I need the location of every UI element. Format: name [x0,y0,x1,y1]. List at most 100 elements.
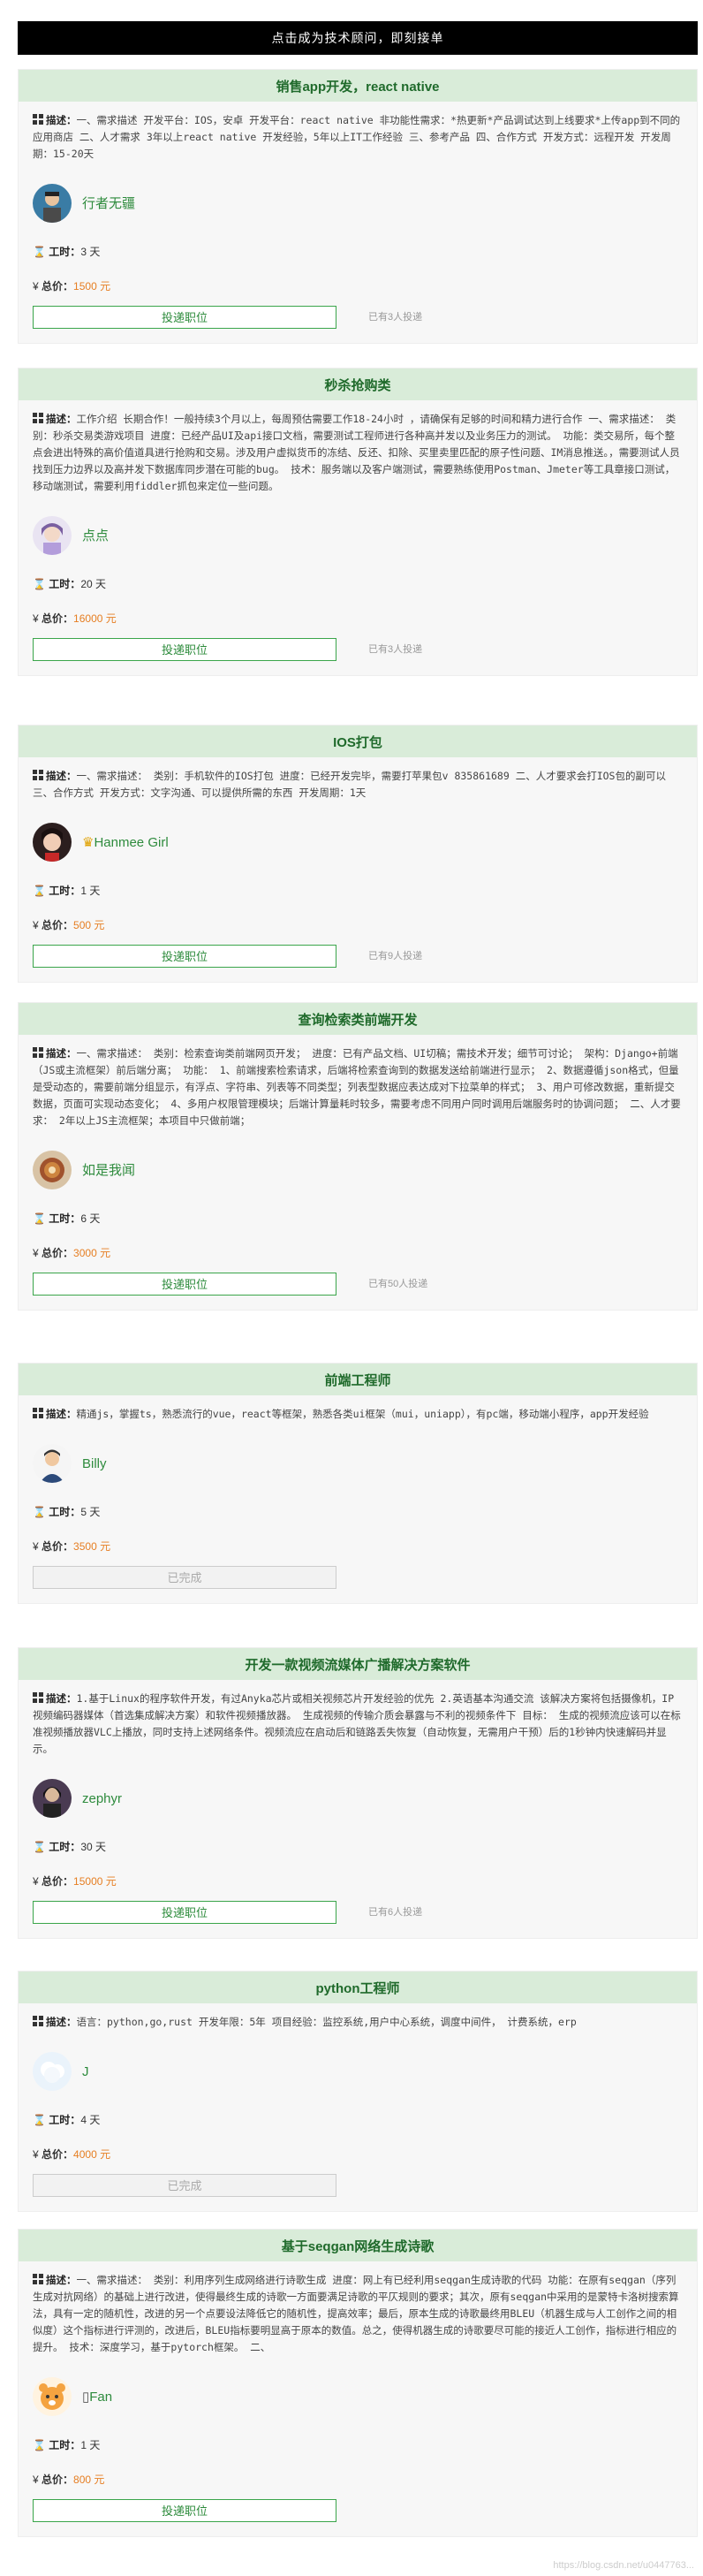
desc-label: 描述： [46,1692,77,1705]
total-price: ¥ 总价：16000 元 [33,611,683,627]
price-value: 1500 元 [73,280,111,293]
client-name: ▯Fan [82,2389,112,2405]
grid-icon [33,1692,43,1703]
hours-label: 工时： [49,885,81,897]
applicant-count: 已有3人投递 [368,643,423,655]
project-title[interactable]: 开发一款视频流媒体广播解决方案软件 [19,1648,697,1680]
project-card: 开发一款视频流媒体广播解决方案软件 描述：1.基于Linux的程序软件开发，有过… [18,1647,698,1939]
crown-icon: ♛ [82,834,94,850]
hourglass-icon: ⌛ [33,1212,46,1225]
hourglass-icon: ⌛ [33,1841,46,1853]
client-name[interactable]: 行者无疆 [82,195,135,212]
work-hours: ⌛ 工时：3 天 [33,244,683,261]
apply-button[interactable]: 投递职位 [33,1273,336,1296]
apply-button[interactable]: 投递职位 [33,306,336,329]
desc-text: 工作介绍 长期合作！一般持续3个月以上，每周预估需要工作18-24小时 ，请确保… [33,413,680,492]
project-description: 描述：精通js，掌握ts，熟悉流行的vue，react等框架，熟悉各类ui框架（… [33,1406,683,1423]
hourglass-icon: ⌛ [33,2114,46,2126]
avatar[interactable] [33,1779,72,1818]
client-info: Billy [33,1442,683,1485]
client-name[interactable]: 如是我闻 [82,1162,135,1179]
project-description: 描述：一、需求描述 开发平台：IOS，安卓 开发平台：react native … [33,112,683,163]
total-price: ¥ 总价：3500 元 [33,1539,683,1555]
grid-icon [33,1047,43,1058]
work-hours: ⌛ 工时：6 天 [33,1211,683,1227]
client-info: ▯Fan [33,2375,683,2418]
avatar[interactable] [33,1444,72,1483]
desc-label: 描述： [46,770,77,782]
work-hours: ⌛ 工时：5 天 [33,1504,683,1521]
hours-value: 3 天 [80,246,101,258]
client-name-text[interactable]: Hanmee Girl [94,835,168,850]
client-info: zephyr [33,1777,683,1820]
project-card: 查询检索类前端开发 描述：一、需求描述： 类别：检索查询类前端网页开发； 进度：… [18,1002,698,1311]
yen-icon: ¥ [33,1875,39,1888]
applicant-count: 已有6人投递 [368,1906,423,1918]
yen-icon: ¥ [33,2473,39,2486]
price-label: 总价： [42,2148,74,2161]
work-hours: ⌛ 工时：1 天 [33,2437,683,2454]
price-label: 总价： [42,280,74,293]
yen-icon: ¥ [33,919,39,931]
project-title[interactable]: 前端工程师 [19,1364,697,1395]
desc-label: 描述： [46,1047,77,1060]
desc-text: 语言：python,go,rust 开发年限：5年 项目经验：监控系统,用户中心… [76,2016,577,2028]
project-title[interactable]: 秒杀抢购类 [19,369,697,400]
project-title[interactable]: IOS打包 [19,726,697,757]
avatar[interactable] [33,823,72,862]
project-title[interactable]: 基于seqgan网络生成诗歌 [19,2230,697,2261]
project-card: IOS打包 描述：一、需求描述： 类别：手机软件的IOS打包 进度：已经开发完毕… [18,725,698,983]
project-title[interactable]: python工程师 [19,1972,697,2003]
avatar[interactable] [33,2052,72,2091]
grid-icon [33,1408,43,1418]
yen-icon: ¥ [33,1247,39,1259]
hours-label: 工时： [49,2114,81,2126]
work-hours: ⌛ 工时：1 天 [33,883,683,900]
hours-label: 工时： [49,2439,81,2451]
yen-icon: ¥ [33,1540,39,1553]
project-title[interactable]: 销售app开发，react native [19,70,697,102]
project-description: 描述：工作介绍 长期合作！一般持续3个月以上，每周预估需要工作18-24小时 ，… [33,411,683,495]
client-name[interactable]: 点点 [82,528,109,544]
total-price: ¥ 总价：800 元 [33,2472,683,2489]
apply-button[interactable]: 投递职位 [33,1901,336,1924]
apply-button[interactable]: 投递职位 [33,2499,336,2522]
project-card: 前端工程师 描述：精通js，掌握ts，熟悉流行的vue，react等框架，熟悉各… [18,1363,698,1604]
apply-button[interactable]: 投递职位 [33,638,336,661]
price-label: 总价： [42,1247,74,1259]
price-value: 500 元 [73,919,105,931]
project-description: 描述：语言：python,go,rust 开发年限：5年 项目经验：监控系统,用… [33,2014,683,2031]
hours-value: 1 天 [80,885,101,897]
hours-label: 工时： [49,246,81,258]
desc-label: 描述： [46,114,77,126]
client-name[interactable]: J [82,2063,89,2080]
hourglass-icon: ⌛ [33,885,46,897]
project-card: 销售app开发，react native 描述：一、需求描述 开发平台：IOS，… [18,69,698,344]
grid-icon [33,114,43,125]
project-description: 描述：一、需求描述： 类别：检索查询类前端网页开发； 进度：已有产品文档、UI切… [33,1045,683,1129]
client-info: ♛Hanmee Girl [33,821,683,863]
avatar[interactable] [33,516,72,555]
project-card: 秒杀抢购类 描述：工作介绍 长期合作！一般持续3个月以上，每周预估需要工作18-… [18,368,698,676]
hours-label: 工时： [49,578,81,590]
total-price: ¥ 总价：1500 元 [33,278,683,295]
project-card: python工程师 描述：语言：python,go,rust 开发年限：5年 项… [18,1971,698,2212]
apply-button[interactable]: 投递职位 [33,945,336,968]
client-name[interactable]: zephyr [82,1790,122,1807]
project-title[interactable]: 查询检索类前端开发 [19,1003,697,1035]
client-name-text[interactable]: Fan [89,2390,112,2405]
desc-label: 描述： [46,1408,77,1420]
client-info: 点点 [33,514,683,557]
desc-text: 一、需求描述： 类别：利用序列生成网络进行诗歌生成 进度：网上有已经利用seqg… [33,2274,679,2353]
avatar[interactable] [33,1151,72,1189]
price-label: 总价： [42,612,74,625]
consultant-banner[interactable]: 点击成为技术顾问，即刻接单 [18,21,698,55]
desc-label: 描述： [46,2016,77,2028]
client-name[interactable]: Billy [82,1455,107,1472]
avatar[interactable] [33,184,72,223]
work-hours: ⌛ 工时：30 天 [33,1839,683,1856]
grid-icon [33,2016,43,2026]
applicant-count: 已有3人投递 [368,311,423,323]
work-hours: ⌛ 工时：20 天 [33,576,683,593]
avatar[interactable] [33,2377,72,2416]
